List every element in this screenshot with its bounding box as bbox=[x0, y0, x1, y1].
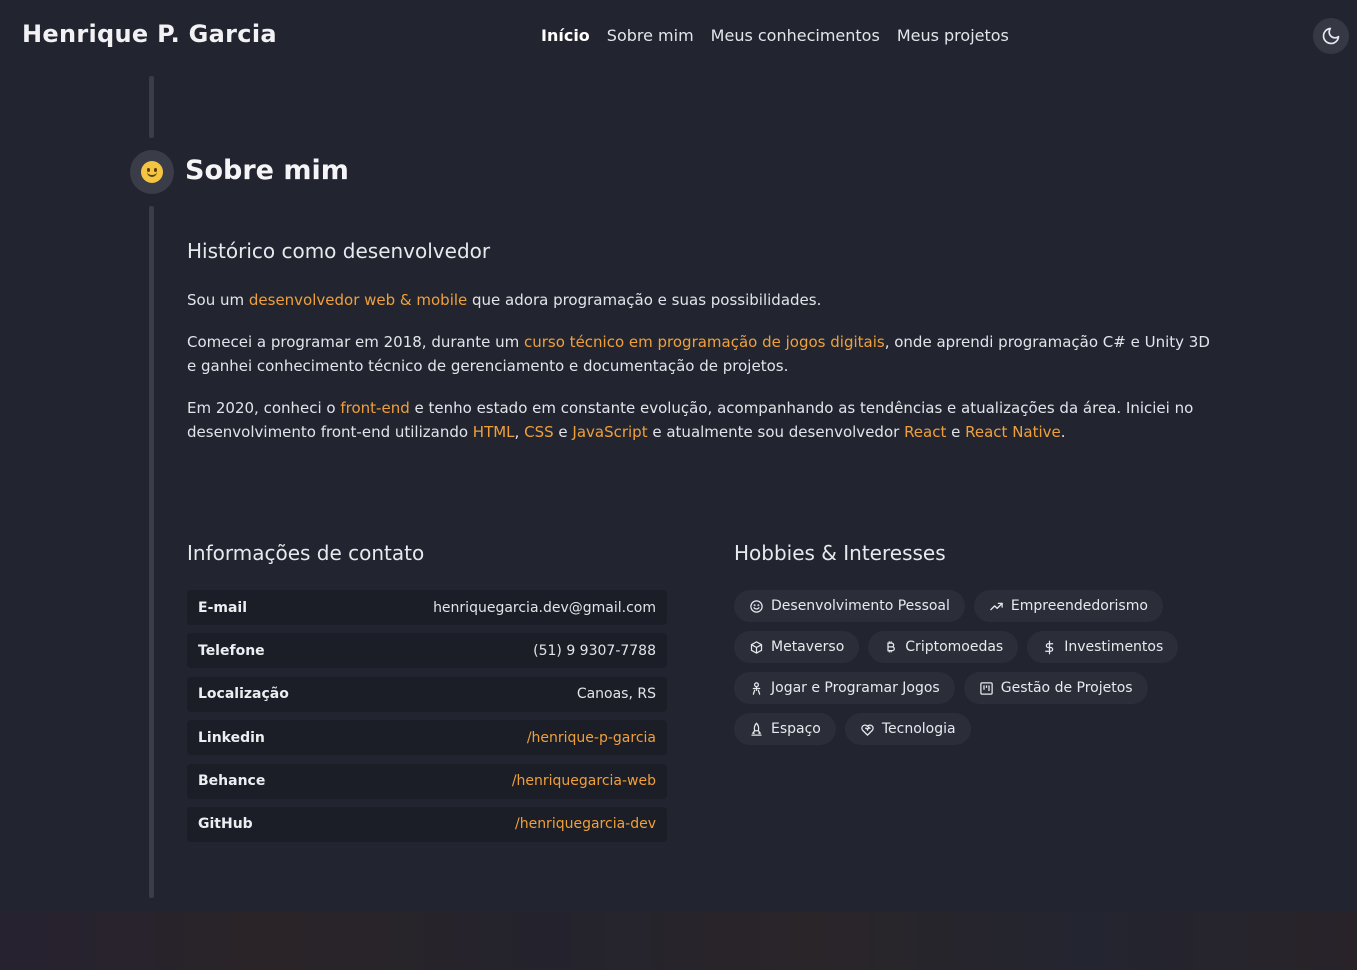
bitcoin-icon bbox=[887, 640, 896, 652]
nav-projetos[interactable]: Meus projetos bbox=[897, 26, 1009, 45]
kanban-icon bbox=[979, 681, 993, 695]
contact-table: E-mail henriquegarcia.dev@gmail.com Tele… bbox=[187, 590, 667, 850]
heart-circuit-icon bbox=[861, 724, 874, 736]
hobby-chip: Gestão de Projetos bbox=[963, 672, 1148, 704]
contact-row-linkedin: Linkedin /henrique-p-garcia bbox=[187, 720, 667, 756]
contact-heading: Informações de contato bbox=[187, 541, 425, 565]
contact-row-github: GitHub /henriquegarcia-dev bbox=[187, 806, 667, 842]
trending-up-icon bbox=[990, 602, 1003, 610]
nav-inicio[interactable]: Início bbox=[541, 26, 590, 45]
hobby-chip: Metaverso bbox=[734, 631, 860, 663]
section-title: Sobre mim bbox=[185, 155, 349, 186]
github-link[interactable]: /henriquegarcia-dev bbox=[515, 816, 656, 832]
hobby-chip: Empreendedorismo bbox=[973, 590, 1163, 622]
rocket-icon bbox=[751, 722, 762, 736]
top-header: Henrique P. Garcia Início Sobre mim Meus… bbox=[0, 0, 1357, 72]
about-paragraph-1: Sou um desenvolvedor web & mobile que ad… bbox=[187, 291, 822, 309]
contact-row-behance: Behance /henriquegarcia-web bbox=[187, 763, 667, 799]
hobby-chip: Investimentos bbox=[1027, 631, 1179, 663]
behance-link[interactable]: /henriquegarcia-web bbox=[512, 773, 656, 789]
dollar-icon bbox=[1045, 640, 1054, 654]
hobbies-list: Desenvolvimento Pessoal Empreendedorismo… bbox=[734, 590, 1214, 754]
contact-row-location: Localização Canoas, RS bbox=[187, 676, 667, 712]
nav-sobre-mim[interactable]: Sobre mim bbox=[607, 26, 694, 45]
timeline-line-top bbox=[149, 76, 154, 138]
hobby-chip: Jogar e Programar Jogos bbox=[734, 672, 955, 704]
hobby-chip: Espaço bbox=[734, 713, 836, 745]
about-paragraph-2: Comecei a programar em 2018, durante um … bbox=[187, 333, 1210, 375]
hobby-chip: Criptomoedas bbox=[868, 631, 1019, 663]
about-paragraph-3: Em 2020, conheci o front-end e tenho est… bbox=[187, 399, 1194, 441]
nav-conhecimentos[interactable]: Meus conhecimentos bbox=[711, 26, 880, 45]
robot-icon bbox=[752, 681, 761, 695]
theme-toggle-button[interactable] bbox=[1313, 18, 1349, 54]
hobby-chip: Desenvolvimento Pessoal bbox=[734, 590, 965, 622]
contact-row-phone: Telefone (51) 9 9307-7788 bbox=[187, 633, 667, 669]
site-brand[interactable]: Henrique P. Garcia bbox=[22, 20, 277, 48]
cube-icon bbox=[750, 640, 763, 654]
moon-icon bbox=[1322, 27, 1340, 45]
hobbies-heading: Hobbies & Interesses bbox=[734, 541, 946, 565]
smile-icon bbox=[750, 599, 763, 613]
section-about-icon bbox=[130, 150, 174, 194]
hobby-chip: Tecnologia bbox=[844, 713, 971, 745]
linkedin-link[interactable]: /henrique-p-garcia bbox=[527, 730, 656, 746]
contact-row-email: E-mail henriquegarcia.dev@gmail.com bbox=[187, 590, 667, 625]
history-heading: Histórico como desenvolvedor bbox=[187, 239, 491, 263]
next-section-background bbox=[0, 912, 1357, 970]
timeline-line-main bbox=[149, 206, 154, 898]
main-nav: Início Sobre mim Meus conhecimentos Meus… bbox=[541, 26, 1009, 45]
smiley-icon bbox=[141, 161, 163, 183]
